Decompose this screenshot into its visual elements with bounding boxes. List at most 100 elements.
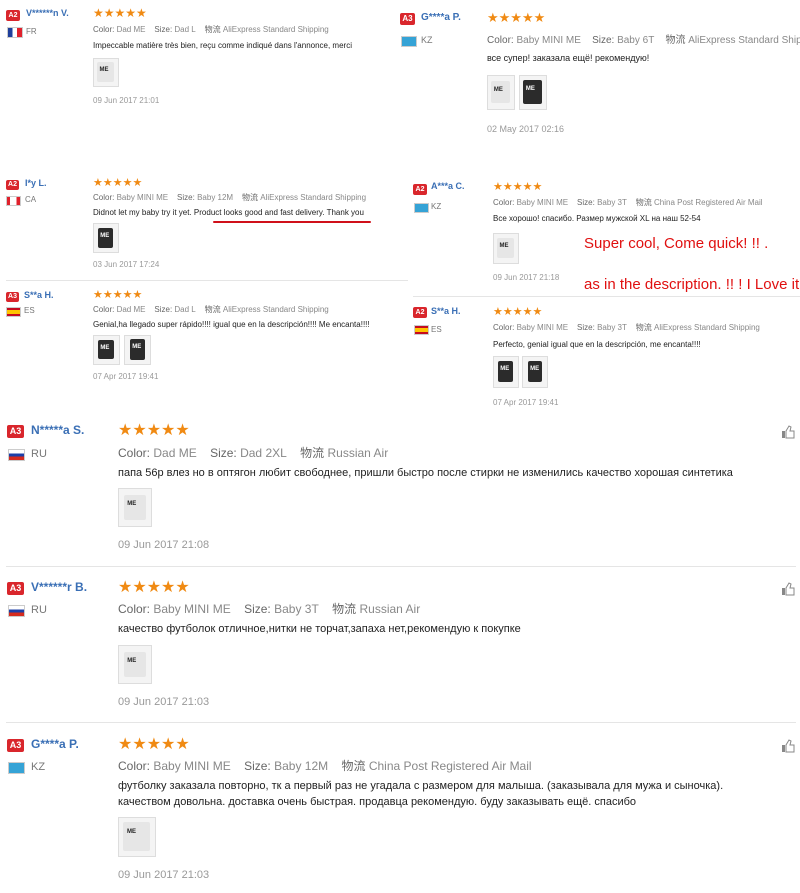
reviewer-country: ES: [24, 306, 35, 315]
reviewer-country: ES: [431, 325, 442, 334]
helpful-icon[interactable]: [781, 739, 795, 753]
review-text: Didnot let my baby try it yet. Product l…: [93, 208, 364, 217]
review-text: Genial,ha llegado super rápido!!!! igual…: [93, 320, 370, 329]
tshirt-image: ME: [124, 652, 146, 677]
member-level-badge: A3: [6, 292, 19, 302]
review-photo[interactable]: ME: [118, 488, 152, 527]
review-date: 09 Jun 2017 21:03: [118, 869, 210, 881]
review-text: качеством довольна. доставка очень быстр…: [118, 796, 637, 808]
order-info: Color: Dad ME Size: Dad 2XL 物流 Russian A…: [118, 446, 389, 460]
rating-stars: ★★★★★: [93, 6, 147, 20]
review-text: папа 56р влез но в оптягон любит свободн…: [118, 467, 733, 479]
annotation-note: as in the description. !! ! I Love it!: [584, 276, 800, 293]
highlight-underline: [213, 221, 371, 223]
reviewer-name[interactable]: A***a C.: [431, 181, 465, 191]
reviewer-name[interactable]: G****a P.: [421, 12, 461, 23]
reviewer-name[interactable]: V******r B.: [31, 580, 87, 594]
tshirt-image: ME: [124, 495, 146, 520]
review-photo[interactable]: ME: [118, 645, 152, 684]
rating-stars: ★★★★★: [493, 181, 543, 193]
divider: [6, 280, 408, 281]
rating-stars: ★★★★★: [93, 289, 143, 301]
review-date: 07 Apr 2017 19:41: [93, 372, 159, 381]
review-photo[interactable]: ME: [493, 356, 519, 388]
review-date: 09 Jun 2017 21:03: [118, 696, 210, 708]
order-info: Color: Baby MINI ME Size: Baby 6T 物流 Ali…: [487, 35, 800, 46]
rating-stars: ★★★★★: [493, 306, 543, 318]
order-info: Color: Dad ME Size: Dad L 物流 AliExpress …: [93, 25, 329, 34]
member-level-badge: A3: [400, 13, 415, 25]
tshirt-image: ME: [498, 361, 513, 382]
divider: [6, 722, 796, 723]
tshirt-image: ME: [98, 228, 113, 248]
review-photo[interactable]: ME: [93, 58, 119, 87]
ru-flag-icon: [8, 449, 25, 461]
order-info: Color: Baby MINI ME Size: Baby 12M 物流 Ch…: [118, 759, 532, 773]
review-photo[interactable]: ME: [93, 223, 119, 253]
tshirt-image: ME: [497, 238, 514, 258]
member-level-badge: A3: [7, 425, 24, 438]
review-photo[interactable]: ME: [493, 233, 519, 264]
member-level-badge: A3: [7, 582, 24, 595]
rating-stars: ★★★★★: [118, 579, 190, 596]
helpful-icon[interactable]: [781, 425, 795, 439]
reviewer-country: CA: [25, 195, 37, 204]
reviewer-name[interactable]: G****a P.: [31, 737, 79, 751]
review-photo[interactable]: ME: [522, 356, 548, 388]
review-text: Perfecto, genial igual que en la descrip…: [493, 340, 701, 349]
order-info: Color: Dad ME Size: Dad L 物流 AliExpress …: [93, 305, 329, 314]
reviewer-name[interactable]: S**a H.: [431, 306, 461, 316]
reviewer-country: KZ: [421, 35, 433, 45]
review-date: 02 May 2017 02:16: [487, 124, 565, 134]
tshirt-image: ME: [97, 62, 114, 82]
review-photo[interactable]: ME: [118, 817, 156, 857]
review-date: 07 Apr 2017 19:41: [493, 398, 559, 407]
member-level-badge: A3: [7, 739, 24, 752]
ca-flag-icon: [6, 196, 21, 206]
reviewer-country: RU: [31, 604, 47, 616]
tshirt-image: ME: [123, 822, 150, 851]
order-info: Color: Baby MINI ME Size: Baby 12M 物流 Al…: [93, 193, 367, 202]
reviewer-country: KZ: [31, 761, 46, 773]
review-date: 09 Jun 2017 21:08: [118, 539, 210, 551]
rating-stars: ★★★★★: [93, 177, 143, 189]
member-level-badge: A2: [6, 180, 19, 190]
es-flag-icon: [414, 325, 429, 335]
reviewer-name[interactable]: S**a H.: [24, 290, 54, 300]
review-photo[interactable]: ME: [93, 335, 120, 365]
reviewer-name[interactable]: I*y L.: [25, 178, 47, 188]
member-level-badge: A2: [6, 10, 20, 21]
kz-flag-icon: [414, 203, 429, 213]
rating-stars: ★★★★★: [118, 736, 190, 753]
review-text: футболку заказала повторно, тк а первый …: [118, 780, 724, 792]
review-date: 03 Jun 2017 17:24: [93, 260, 160, 269]
reviewer-country: KZ: [431, 202, 442, 211]
reviewer-name[interactable]: N*****a S.: [31, 423, 84, 437]
review-text: Все хорошо! спасибо. Размер мужской XL н…: [493, 214, 701, 223]
divider: [6, 566, 796, 567]
rating-stars: ★★★★★: [118, 422, 190, 439]
reviewer-country: RU: [31, 448, 47, 460]
reviewer-country: FR: [26, 27, 37, 36]
divider: [413, 296, 800, 297]
review-text: Impeccable matière très bien, reçu comme…: [93, 41, 352, 50]
member-level-badge: A2: [413, 307, 427, 318]
review-date: 09 Jun 2017 21:01: [93, 96, 160, 105]
helpful-icon[interactable]: [781, 582, 795, 596]
rating-stars: ★★★★★: [487, 10, 546, 25]
tshirt-image: ME: [528, 361, 542, 382]
tshirt-image: ME: [491, 81, 510, 103]
order-info: Color: Baby MINI ME Size: Baby 3T 物流 Ali…: [493, 323, 760, 332]
review-photo[interactable]: ME: [519, 75, 547, 110]
reviewer-name[interactable]: V******n V.: [26, 8, 69, 18]
kz-flag-icon: [8, 762, 25, 774]
kz-flag-icon: [401, 36, 417, 47]
ru-flag-icon: [8, 605, 25, 617]
review-photo[interactable]: ME: [487, 75, 515, 110]
tshirt-image: ME: [523, 80, 542, 104]
es-flag-icon: [6, 307, 21, 317]
annotation-note: Super cool, Come quick! !! .: [584, 235, 769, 252]
review-photo[interactable]: ME: [124, 335, 151, 365]
fr-flag-icon: [7, 27, 23, 38]
review-text: качество футболок отличное,нитки не торч…: [118, 623, 521, 635]
